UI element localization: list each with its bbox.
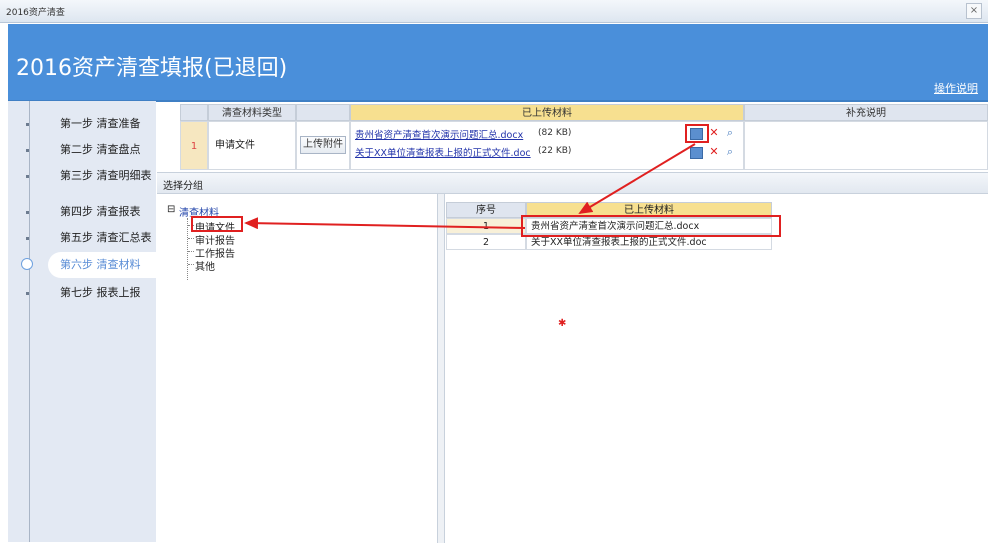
annotation-arrows — [244, 143, 696, 230]
annotation-arrow — [244, 217, 526, 230]
annotation-arrow — [578, 143, 696, 215]
cursor-marker-icon: ✱ — [558, 318, 567, 329]
